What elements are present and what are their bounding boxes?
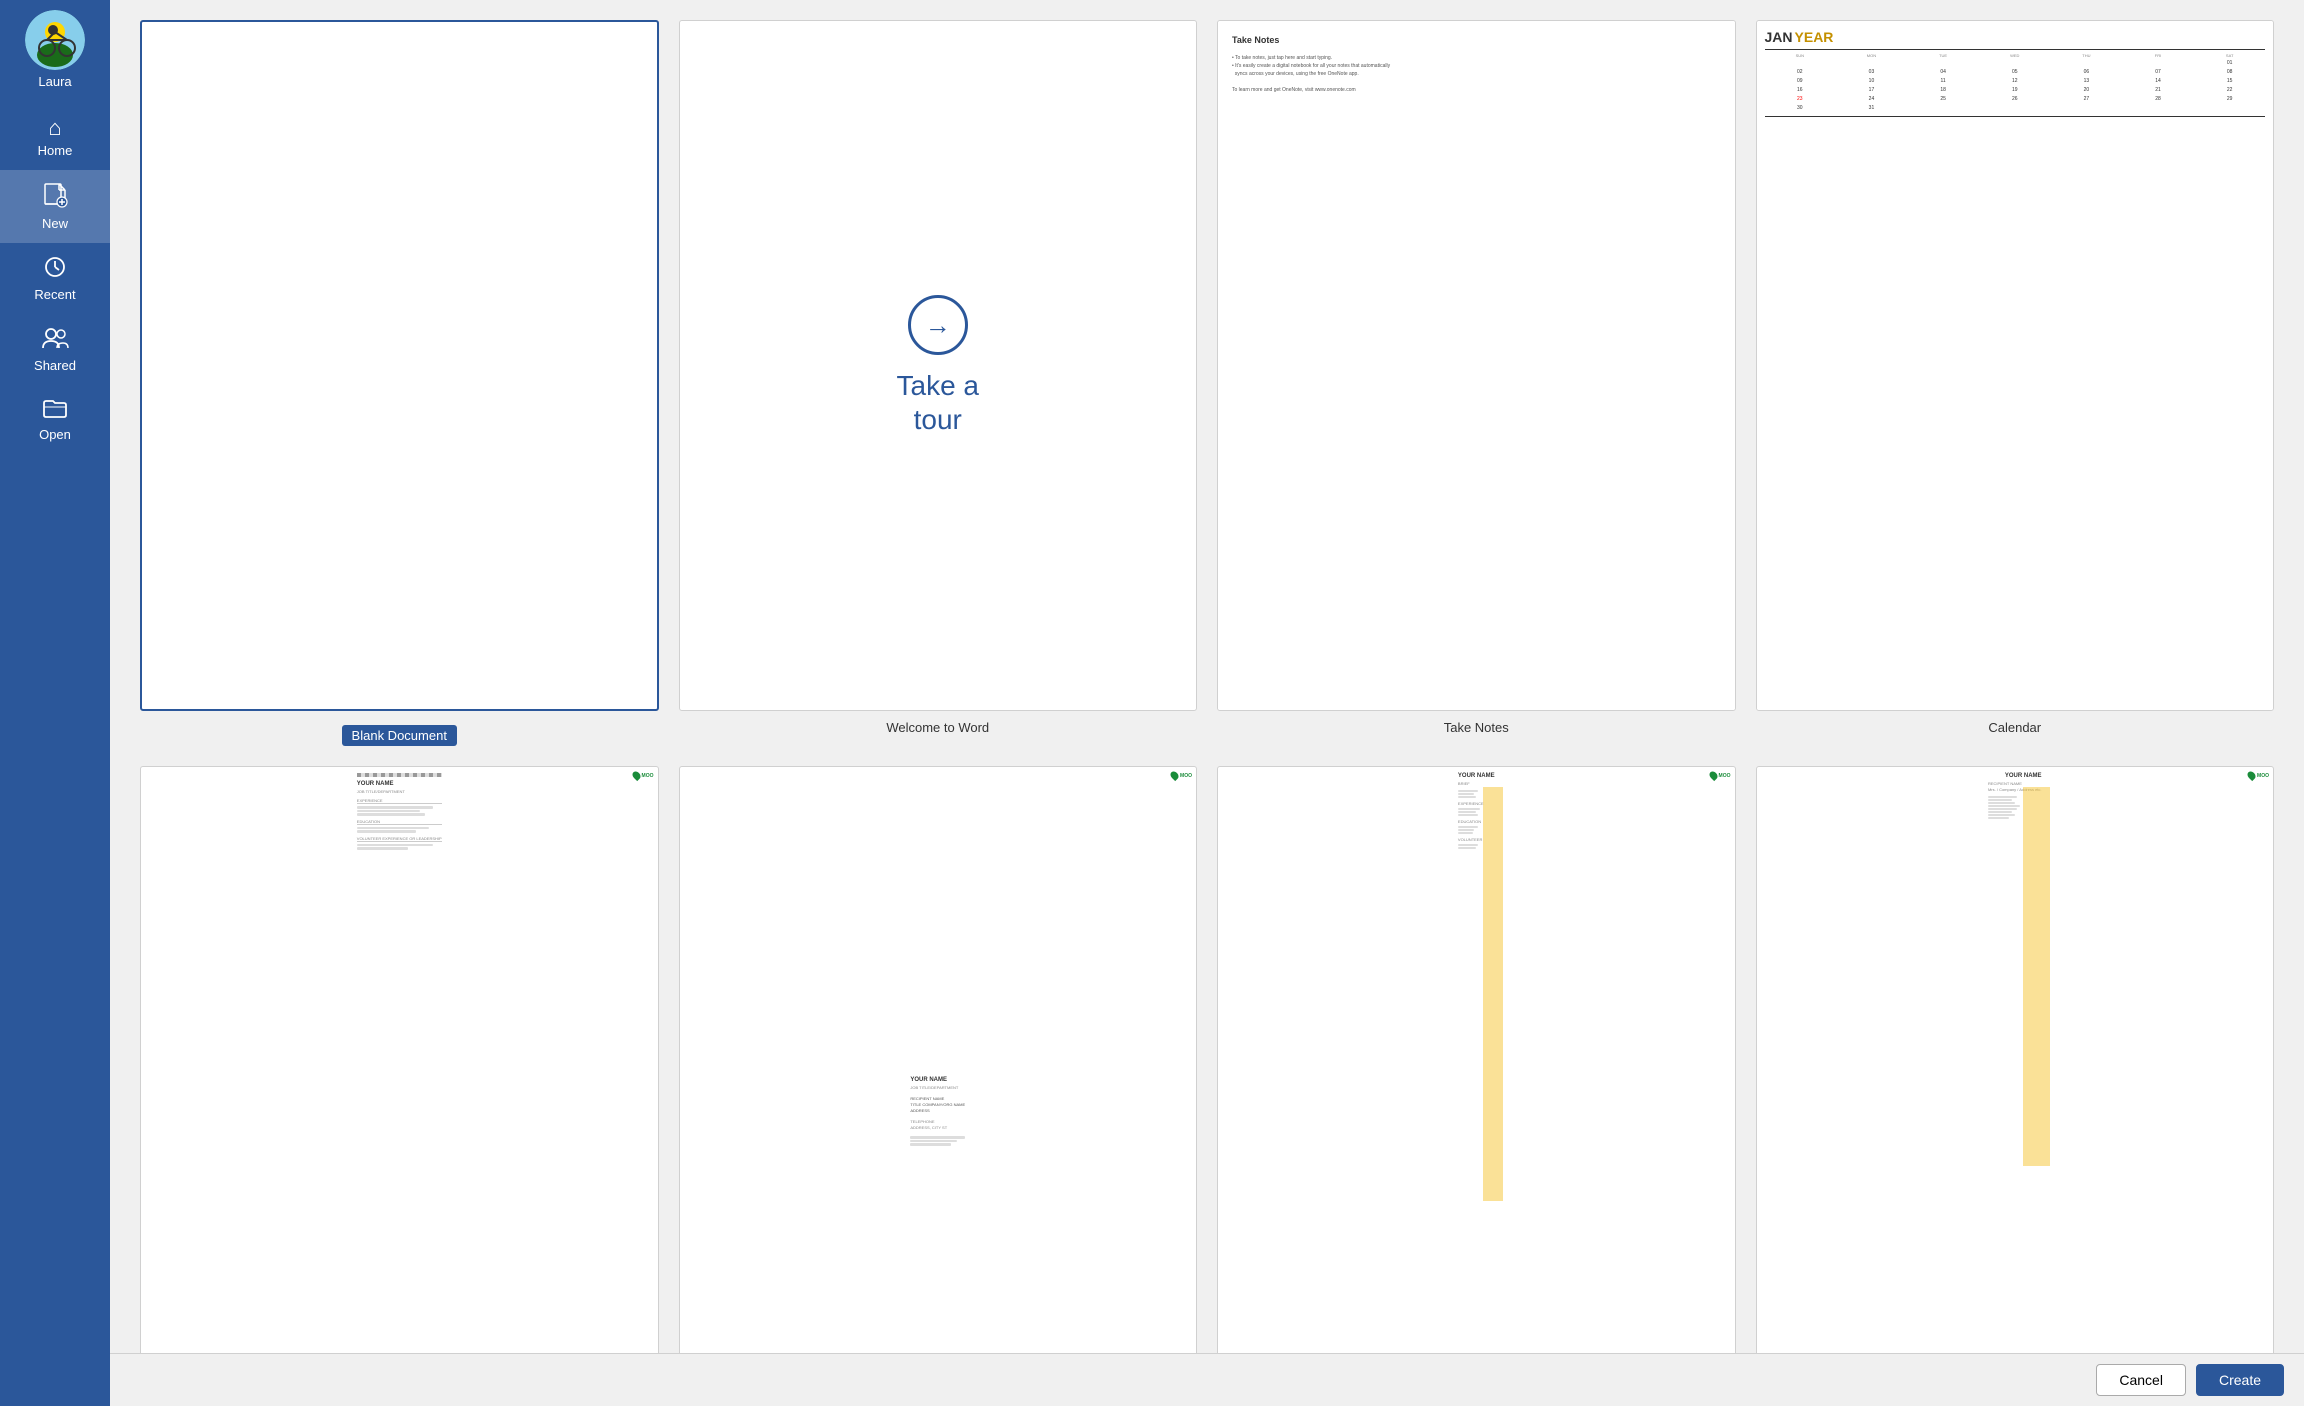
sidebar-open-label: Open xyxy=(39,427,71,442)
template-blank[interactable]: Blank Document xyxy=(140,20,659,746)
sidebar-item-open[interactable]: Open xyxy=(0,385,110,454)
template-creative-resume[interactable]: MOO YOUR NAME JOB TITLE/DEPARTMENT EXPER… xyxy=(140,766,659,1406)
template-tour[interactable]: → Take atour Welcome to Word xyxy=(679,20,1198,746)
template-notes[interactable]: Take Notes • To take notes, just tap her… xyxy=(1217,20,1736,746)
recent-icon xyxy=(43,255,67,283)
crisp-resume-thumb[interactable]: MOO YOUR NAME BRIEF EXPERIENCE EDUCATION xyxy=(1217,766,1736,1406)
selected-badge: Blank Document xyxy=(342,725,457,746)
sidebar-item-shared[interactable]: Shared xyxy=(0,314,110,385)
template-label-calendar: Calendar xyxy=(1988,719,2041,737)
open-icon xyxy=(42,397,68,423)
new-icon xyxy=(42,182,68,212)
cancel-button[interactable]: Cancel xyxy=(2096,1364,2186,1396)
sidebar-shared-label: Shared xyxy=(34,358,76,373)
bottom-bar: Cancel Create xyxy=(110,1353,2304,1406)
create-button[interactable]: Create xyxy=(2196,1364,2284,1396)
template-label-notes: Take Notes xyxy=(1444,719,1509,737)
sidebar-item-new[interactable]: New xyxy=(0,170,110,243)
sidebar-home-label: Home xyxy=(38,143,73,158)
crisp-cover-thumb[interactable]: MOO YOUR NAME RECIPIENT NAME Mrs. / Comp… xyxy=(1756,766,2275,1406)
tour-thumb[interactable]: → Take atour xyxy=(679,20,1198,711)
template-crisp-cover[interactable]: MOO YOUR NAME RECIPIENT NAME Mrs. / Comp… xyxy=(1756,766,2275,1406)
home-icon: ⌂ xyxy=(48,117,61,139)
main-content: Blank Document → Take atour Welcome to W… xyxy=(110,0,2304,1406)
shared-icon xyxy=(41,326,69,354)
avatar[interactable] xyxy=(25,10,85,70)
calendar-thumb[interactable]: JANYEAR SUNMONTUEWEDTHUFRISAT 01 0203040… xyxy=(1756,20,2275,711)
sidebar: Laura ⌂ Home New xyxy=(0,0,110,1406)
blank-thumb[interactable] xyxy=(140,20,659,711)
calendar-header: JANYEAR xyxy=(1765,29,2266,45)
notes-title: Take Notes xyxy=(1232,35,1721,45)
creative-resume-thumb[interactable]: MOO YOUR NAME JOB TITLE/DEPARTMENT EXPER… xyxy=(140,766,659,1406)
template-crisp-resume[interactable]: MOO YOUR NAME BRIEF EXPERIENCE EDUCATION xyxy=(1217,766,1736,1406)
sidebar-new-label: New xyxy=(42,216,68,231)
notes-thumb[interactable]: Take Notes • To take notes, just tap her… xyxy=(1217,20,1736,711)
template-creative-cover[interactable]: MOO YOUR NAME JOB TITLE/DEPARTMENT RECIP… xyxy=(679,766,1198,1406)
template-label-tour: Welcome to Word xyxy=(886,719,989,737)
sidebar-recent-label: Recent xyxy=(34,287,75,302)
template-calendar[interactable]: JANYEAR SUNMONTUEWEDTHUFRISAT 01 0203040… xyxy=(1756,20,2275,746)
tour-arrow-icon: → xyxy=(908,295,968,355)
sidebar-item-recent[interactable]: Recent xyxy=(0,243,110,314)
sidebar-item-home[interactable]: ⌂ Home xyxy=(0,105,110,170)
tour-text: Take atour xyxy=(897,369,980,436)
user-label: Laura xyxy=(38,74,71,89)
creative-cover-thumb[interactable]: MOO YOUR NAME JOB TITLE/DEPARTMENT RECIP… xyxy=(679,766,1198,1406)
template-grid: Blank Document → Take atour Welcome to W… xyxy=(140,20,2274,1406)
